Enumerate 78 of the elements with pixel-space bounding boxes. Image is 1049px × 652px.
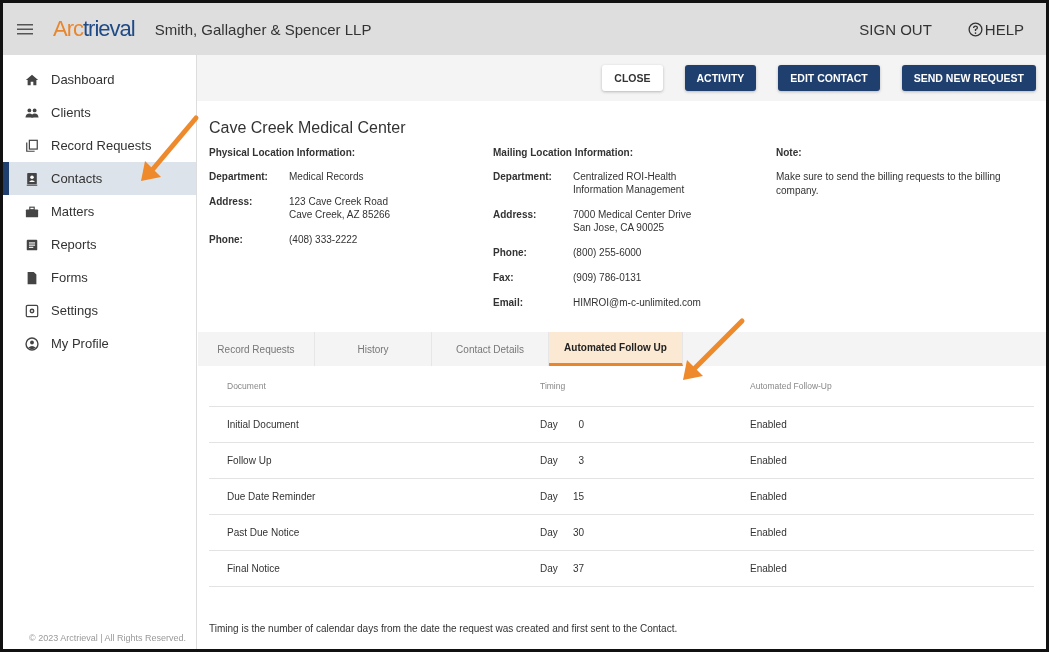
tab[interactable]: Automated Follow Up: [549, 332, 683, 366]
table-cell-text: Initial Document: [226, 419, 300, 430]
file-icon: [25, 270, 39, 285]
sidebar-item[interactable]: Contacts: [3, 162, 196, 195]
column-header: Timing: [540, 381, 567, 391]
table-cell-text: Past Due Notice: [226, 527, 301, 538]
table-cell-text: 37: [571, 563, 584, 574]
table-cell-text: 0: [577, 419, 584, 430]
help-icon: [967, 21, 983, 37]
table-cell-text: Follow Up: [226, 455, 273, 466]
sidebar-item[interactable]: Record Requests: [3, 129, 196, 162]
table-cell-text: Day: [540, 563, 559, 574]
field-label: Phone:: [493, 246, 528, 259]
column-header: Automated Follow-Up: [749, 381, 833, 391]
table-cell-text: Due Date Reminder: [226, 491, 317, 502]
tab[interactable]: Record Requests: [198, 332, 315, 366]
contact-name: Cave Creek Medical Center: [209, 119, 407, 137]
table-cell-text: Day: [540, 527, 559, 538]
field-label: Department:: [209, 170, 269, 183]
help-link[interactable]: HELP: [967, 20, 1024, 38]
field-label: Department:: [493, 170, 553, 184]
firm-name: Smith, Gallagher & Spencer LLP: [154, 20, 373, 38]
table-cell-text: 30: [571, 527, 584, 538]
people-icon: [25, 105, 39, 120]
field-value: (800) 255-6000: [573, 246, 643, 259]
sidebar-item[interactable]: Forms: [3, 261, 196, 294]
field-label: Fax:: [493, 271, 515, 284]
account-icon: [25, 336, 39, 351]
tab[interactable]: History: [315, 332, 432, 366]
table-cell-text: Day: [540, 491, 559, 502]
field-value: 123 Cave Creek Road Cave Creek, AZ 85266: [289, 195, 392, 221]
sidebar-item[interactable]: Matters: [3, 195, 196, 228]
action-button[interactable]: EDIT CONTACT: [778, 65, 880, 91]
table-cell-text: 15: [571, 491, 584, 502]
field-value: Medical Records: [289, 170, 365, 183]
field-label: Phone:: [209, 233, 244, 246]
footnote-text: Timing is the number of calendar days from the date the request was created and first sent to the Contact.: [209, 623, 679, 634]
copy-icon: [25, 138, 39, 153]
callout-arrow: [683, 318, 745, 380]
table-cell-text: Enabled: [749, 563, 788, 574]
section-heading: Mailing Location Information:: [493, 147, 634, 158]
field-label: Address:: [209, 195, 254, 209]
gear-icon: [25, 303, 39, 318]
field-label: Email:: [493, 296, 524, 309]
table-cell-text: Enabled: [749, 527, 788, 538]
sidebar-item[interactable]: Settings: [3, 294, 196, 327]
table-cell-text: Final Notice: [226, 563, 281, 574]
sidebar-item[interactable]: Reports: [3, 228, 196, 261]
briefcase-icon: [25, 204, 39, 219]
table-cell-text: Day: [540, 419, 559, 430]
sidebar-item[interactable]: Clients: [3, 96, 196, 129]
action-button[interactable]: CLOSE: [602, 65, 663, 91]
note-text: Make sure to send the billing requests to the billing company.: [776, 170, 1002, 197]
menu-icon[interactable]: [17, 23, 33, 35]
action-button[interactable]: ACTIVITY: [684, 65, 757, 91]
field-value: HIMROI@m-c-unlimited.com: [573, 296, 702, 309]
action-button[interactable]: SEND NEW REQUEST: [901, 65, 1036, 91]
field-value: Centralized ROI-Health Information Management: [573, 170, 686, 196]
section-heading: Physical Location Information:: [209, 147, 357, 158]
column-header: Document: [226, 381, 267, 391]
table-cell-text: Day: [540, 455, 559, 466]
sidebar-item[interactable]: Dashboard: [3, 63, 196, 96]
field-label: Address:: [493, 208, 538, 222]
table-cell-text: 3: [577, 455, 584, 466]
document-icon: [25, 237, 39, 252]
field-value: (909) 786-0131: [573, 271, 643, 284]
logo: Arctrieval: [53, 16, 135, 42]
field-value: 7000 Medical Center Drive San Jose, CA 90025: [573, 208, 693, 234]
section-heading: Note:: [776, 147, 803, 158]
copyright-text: © 2023 Arctrieval | All Rights Reserved.: [28, 633, 188, 645]
home-icon: [25, 72, 39, 87]
table-cell-text: Enabled: [749, 455, 788, 466]
sidebar-item[interactable]: My Profile: [3, 327, 196, 360]
sign-out-link[interactable]: SIGN OUT: [859, 20, 932, 38]
field-value: (408) 333-2222: [289, 233, 359, 246]
table-cell-text: Enabled: [749, 491, 788, 502]
contact-card-icon: [25, 171, 39, 186]
table-cell-text: Enabled: [749, 419, 788, 430]
